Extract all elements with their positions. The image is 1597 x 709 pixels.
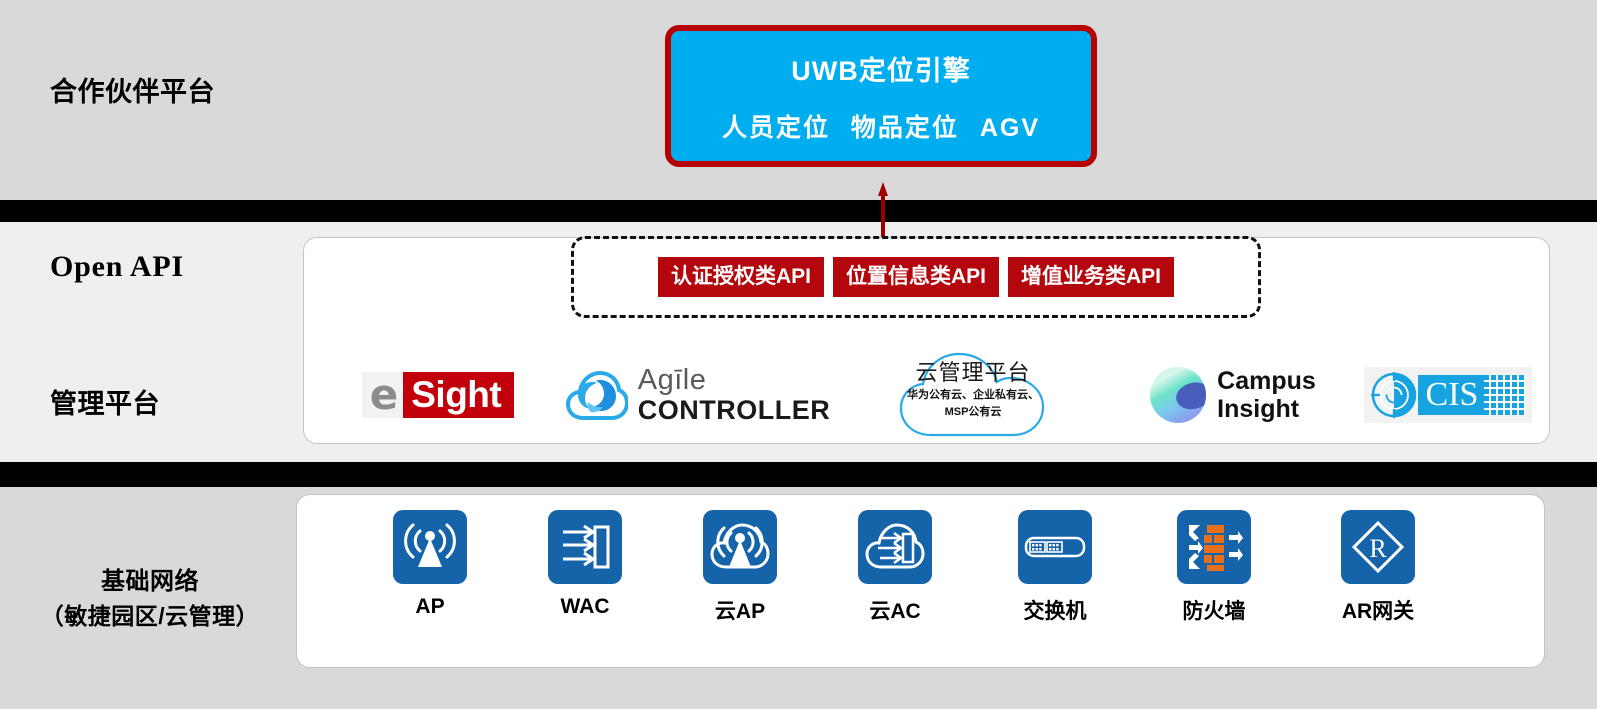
cloud-ac-icon: [858, 510, 932, 584]
logo-agile-controller[interactable]: Agīle CONTROLLER: [558, 345, 838, 445]
api-chip-value-added[interactable]: 增值业务类API: [1008, 257, 1175, 297]
divider-bar-top: [0, 200, 1597, 222]
campus-insight-circle-icon: [1150, 367, 1207, 423]
uwb-capability-agv: AGV: [979, 113, 1041, 142]
architecture-diagram: 合作伙伴平台 Open API 管理平台 基础网络 （敏捷园区/云管理） UWB…: [0, 0, 1597, 709]
esight-logo: e Sight: [361, 370, 515, 419]
cloud-management-logo: 云管理平台 华为公有云、企业私有云、 MSP公有云: [893, 350, 1053, 440]
svg-text:R: R: [1369, 534, 1387, 563]
campus-insight-wordmark: Campus Insight: [1217, 367, 1316, 423]
row-label-basic-network-main: 基础网络: [101, 568, 199, 595]
agile-line2: CONTROLLER: [637, 395, 831, 425]
cloud-management-sub-line1: 华为公有云、企业私有云、: [907, 389, 1039, 401]
cis-grid-pattern: [1484, 375, 1527, 415]
device-ar-gateway[interactable]: R AR网关: [1313, 510, 1443, 625]
firewall-icon: [1177, 510, 1251, 584]
uwb-positioning-engine-box[interactable]: UWB定位引擎 人员定位 物品定位 AGV: [665, 25, 1097, 167]
campus-line2: Insight: [1217, 395, 1300, 423]
cis-wordmark: CIS: [1425, 376, 1479, 413]
agile-line1: Agīle: [637, 364, 707, 396]
logo-cloud-management[interactable]: 云管理平台 华为公有云、企业私有云、 MSP公有云: [858, 345, 1088, 445]
row-label-basic-network: 基础网络 （敏捷园区/云管理）: [0, 565, 300, 633]
device-cloud-ac[interactable]: 云AC: [830, 510, 960, 625]
cis-radar-icon: [1370, 372, 1416, 418]
management-platform-logo-row: e Sight Agīle CONTROLLER 云管理平台 华为公有云、企业私…: [303, 345, 1550, 445]
wlan-controller-icon: [548, 510, 622, 584]
cis-badge: CIS: [1417, 375, 1527, 415]
open-api-group: 认证授权类API 位置信息类API 增值业务类API: [571, 236, 1261, 318]
uwb-capability-asset: 物品定位: [850, 113, 959, 142]
cloud-management-sub-line2: MSP公有云: [944, 406, 1002, 418]
logo-cis[interactable]: CIS: [1348, 345, 1548, 445]
router-diamond-icon: R: [1341, 510, 1415, 584]
agile-controller-logo: Agīle CONTROLLER: [565, 366, 830, 424]
device-label-firewall: 防火墙: [1182, 600, 1246, 623]
logo-campus-insight[interactable]: Campus Insight: [1108, 345, 1358, 445]
device-label-cloud-ac: 云AC: [869, 600, 921, 623]
row-label-partner-platform: 合作伙伴平台: [50, 77, 215, 107]
device-wac[interactable]: WAC: [520, 510, 650, 619]
cis-logo: CIS: [1363, 367, 1533, 423]
device-label-cloud-ap: 云AP: [714, 600, 766, 623]
cloud-management-title: 云管理平台: [915, 360, 1031, 385]
api-chip-location[interactable]: 位置信息类API: [832, 257, 999, 297]
device-switch[interactable]: 交换机: [990, 510, 1120, 625]
esight-wordmark: Sight: [403, 372, 515, 418]
device-label-ap: AP: [415, 595, 445, 618]
api-chip-auth[interactable]: 认证授权类API: [657, 257, 824, 297]
uwb-engine-capabilities: 人员定位 物品定位 AGV: [716, 108, 1046, 144]
device-label-switch: 交换机: [1023, 600, 1087, 623]
agile-controller-wordmark: Agīle CONTROLLER: [638, 366, 830, 424]
uwb-engine-title: UWB定位引擎: [791, 55, 971, 86]
cloud-management-text: 云管理平台 华为公有云、企业私有云、 MSP公有云: [893, 360, 1053, 420]
device-label-ar-gateway: AR网关: [1341, 600, 1415, 623]
cloud-swirl-icon: [565, 370, 628, 420]
device-cloud-ap[interactable]: 云AP: [675, 510, 805, 625]
uwb-capability-person: 人员定位: [721, 113, 830, 142]
cloud-ap-icon: [703, 510, 777, 584]
campus-insight-logo: Campus Insight: [1150, 367, 1316, 423]
switch-icon: [1018, 510, 1092, 584]
campus-line1: Campus: [1217, 367, 1316, 395]
device-firewall[interactable]: 防火墙: [1149, 510, 1279, 625]
device-ap[interactable]: AP: [365, 510, 495, 619]
divider-bar-bottom: [0, 462, 1597, 487]
device-label-wac: WAC: [560, 595, 610, 618]
wireless-ap-icon: [393, 510, 467, 584]
row-label-management-platform: 管理平台: [50, 389, 160, 419]
network-device-row: AP WAC 云AP 云AC 交换机 防火墙 R AR网关: [296, 510, 1545, 650]
logo-esight[interactable]: e Sight: [323, 345, 553, 445]
esight-letter-e: e: [369, 370, 399, 419]
row-label-open-api: Open API: [50, 250, 184, 283]
row-label-basic-network-sub: （敏捷园区/云管理）: [40, 603, 260, 629]
